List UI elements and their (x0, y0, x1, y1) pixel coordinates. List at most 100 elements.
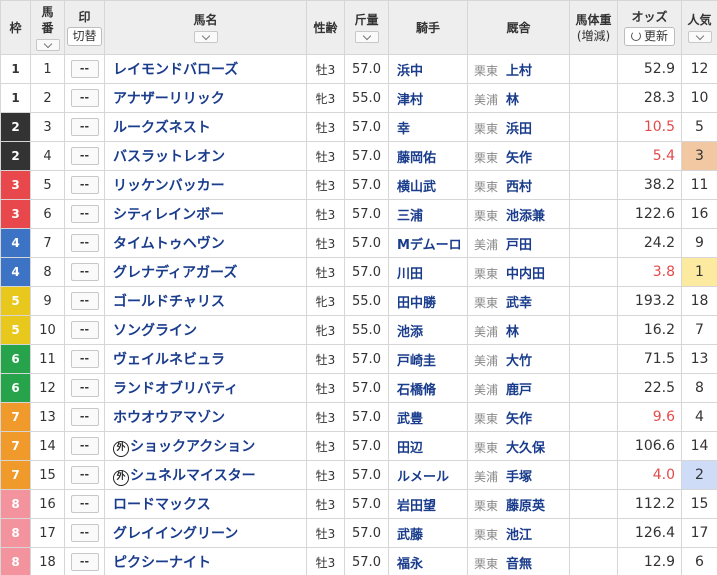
horse-name[interactable]: リッケンバッカー (113, 178, 225, 194)
jockey-link[interactable]: 藤岡佑 (388, 141, 468, 171)
mark-select[interactable]: -- (70, 408, 99, 426)
jockey-link[interactable]: ルメール (388, 460, 468, 490)
trainer-link[interactable]: 林 (506, 325, 519, 340)
trainer-link[interactable]: 西村 (506, 180, 532, 195)
trainer-link[interactable]: 中内田 (506, 267, 545, 282)
trainer-link[interactable]: 矢作 (506, 151, 532, 166)
horse-name[interactable]: グレイイングリーン (113, 526, 238, 542)
jockey-link[interactable]: 武豊 (388, 402, 468, 432)
trainer-link[interactable]: 戸田 (506, 238, 532, 253)
jockey-link[interactable]: 田辺 (388, 431, 468, 461)
horse-name-link[interactable]: ピクシーナイト (104, 547, 307, 575)
header-name[interactable]: 馬名 (104, 0, 307, 55)
mark-select[interactable]: -- (70, 379, 99, 397)
mark-select[interactable]: -- (70, 147, 99, 165)
horse-name[interactable]: ソングライン (113, 323, 197, 339)
chevron-down-icon[interactable] (354, 31, 379, 43)
horse-name-link[interactable]: タイムトゥヘヴン (104, 228, 307, 258)
trainer-link[interactable]: 大久保 (506, 441, 545, 456)
chevron-down-icon[interactable] (687, 31, 712, 43)
mark-select[interactable]: -- (70, 176, 99, 194)
horse-name[interactable]: ロードマックス (113, 497, 211, 513)
trainer-link[interactable]: 浜田 (506, 122, 532, 137)
mark-select[interactable]: -- (70, 437, 99, 455)
jockey-link[interactable]: 戸崎圭 (388, 344, 468, 374)
horse-name[interactable]: レイモンドバローズ (113, 62, 238, 78)
mark-select[interactable]: -- (70, 292, 99, 310)
horse-name[interactable]: アナザーリリック (113, 91, 225, 107)
jockey-link[interactable]: 浜中 (388, 54, 468, 84)
trainer-link[interactable]: 上村 (506, 64, 532, 79)
chevron-down-icon[interactable] (193, 31, 218, 43)
horse-name-link[interactable]: ホウオウアマゾン (104, 402, 307, 432)
horse-name[interactable]: タイムトゥヘヴン (113, 236, 225, 252)
jockey-link[interactable]: 武藤 (388, 518, 468, 548)
horse-name-link[interactable]: レイモンドバローズ (104, 54, 307, 84)
mark-select[interactable]: -- (70, 321, 99, 339)
horse-name-link[interactable]: 外シュネルマイスター (104, 460, 307, 490)
jockey-link[interactable]: Mデムーロ (388, 228, 468, 258)
trainer-link[interactable]: 手塚 (506, 470, 532, 485)
trainer-link[interactable]: 林 (506, 93, 519, 108)
horse-name[interactable]: ショックアクション (130, 439, 255, 455)
trainer-link[interactable]: 鹿戸 (506, 383, 532, 398)
header-umaban[interactable]: 馬 番 (30, 0, 65, 55)
horse-name-link[interactable]: ランドオブリバティ (104, 373, 307, 403)
horse-name-link[interactable]: ヴェイルネビュラ (104, 344, 307, 374)
horse-name[interactable]: ランドオブリバティ (113, 381, 238, 397)
trainer-link[interactable]: 池江 (506, 528, 532, 543)
header-weight[interactable]: 斤量 (344, 0, 389, 55)
horse-name[interactable]: シティレインボー (113, 207, 224, 223)
jockey-link[interactable]: 石橋脩 (388, 373, 468, 403)
jockey-link[interactable]: 池添 (388, 315, 468, 345)
horse-name[interactable]: グレナディアガーズ (113, 265, 237, 281)
mark-select[interactable]: -- (70, 524, 99, 542)
horse-name[interactable]: ゴールドチャリス (113, 294, 225, 310)
horse-name[interactable]: ホウオウアマゾン (113, 410, 225, 426)
jockey-link[interactable]: 三浦 (388, 199, 468, 229)
jockey-link[interactable]: 福永 (388, 547, 468, 575)
jockey-link[interactable]: 田中勝 (388, 286, 468, 316)
horse-name[interactable]: ルークズネスト (113, 120, 211, 136)
jockey-link[interactable]: 津村 (388, 83, 468, 113)
jockey-link[interactable]: 川田 (388, 257, 468, 287)
mark-select[interactable]: -- (70, 118, 99, 136)
horse-name[interactable]: ヴェイルネビュラ (113, 352, 225, 368)
horse-name-link[interactable]: ルークズネスト (104, 112, 307, 142)
trainer-link[interactable]: 音無 (506, 557, 532, 572)
mark-select[interactable]: -- (70, 234, 99, 252)
refresh-odds-button[interactable]: 更新 (623, 27, 675, 46)
header-popularity[interactable]: 人気 (681, 0, 717, 55)
trainer-link[interactable]: 藤原英 (506, 499, 545, 514)
mark-select[interactable]: -- (70, 553, 99, 571)
horse-name[interactable]: バスラットレオン (113, 149, 225, 165)
trainer-link[interactable]: 矢作 (506, 412, 532, 427)
mark-select[interactable]: -- (70, 89, 99, 107)
mark-select[interactable]: -- (70, 350, 99, 368)
mark-select[interactable]: -- (70, 466, 99, 484)
mark-select[interactable]: -- (70, 205, 99, 223)
mark-select[interactable]: -- (70, 60, 99, 78)
horse-name-link[interactable]: リッケンバッカー (104, 170, 307, 200)
horse-name-link[interactable]: 外ショックアクション (104, 431, 307, 461)
horse-name-link[interactable]: ロードマックス (104, 489, 307, 519)
chevron-down-icon[interactable] (35, 39, 60, 51)
horse-name-link[interactable]: ソングライン (104, 315, 307, 345)
horse-name-link[interactable]: バスラットレオン (104, 141, 307, 171)
mark-select[interactable]: -- (70, 263, 99, 281)
jockey-link[interactable]: 横山武 (388, 170, 468, 200)
trainer-link[interactable]: 大竹 (506, 354, 532, 369)
jockey-link[interactable]: 岩田望 (388, 489, 468, 519)
horse-name-link[interactable]: ゴールドチャリス (104, 286, 307, 316)
horse-name-link[interactable]: シティレインボー (104, 199, 307, 229)
mark-select[interactable]: -- (70, 495, 99, 513)
mark-toggle-button[interactable]: 切替 (67, 27, 102, 46)
horse-name[interactable]: シュネルマイスター (130, 468, 256, 484)
horse-name[interactable]: ピクシーナイト (113, 555, 211, 571)
horse-name-link[interactable]: アナザーリリック (104, 83, 307, 113)
horse-name-link[interactable]: グレナディアガーズ (104, 257, 307, 287)
jockey-link[interactable]: 幸 (388, 112, 468, 142)
trainer-link[interactable]: 池添兼 (506, 209, 545, 224)
trainer-link[interactable]: 武幸 (506, 296, 532, 311)
horse-name-link[interactable]: グレイイングリーン (104, 518, 307, 548)
